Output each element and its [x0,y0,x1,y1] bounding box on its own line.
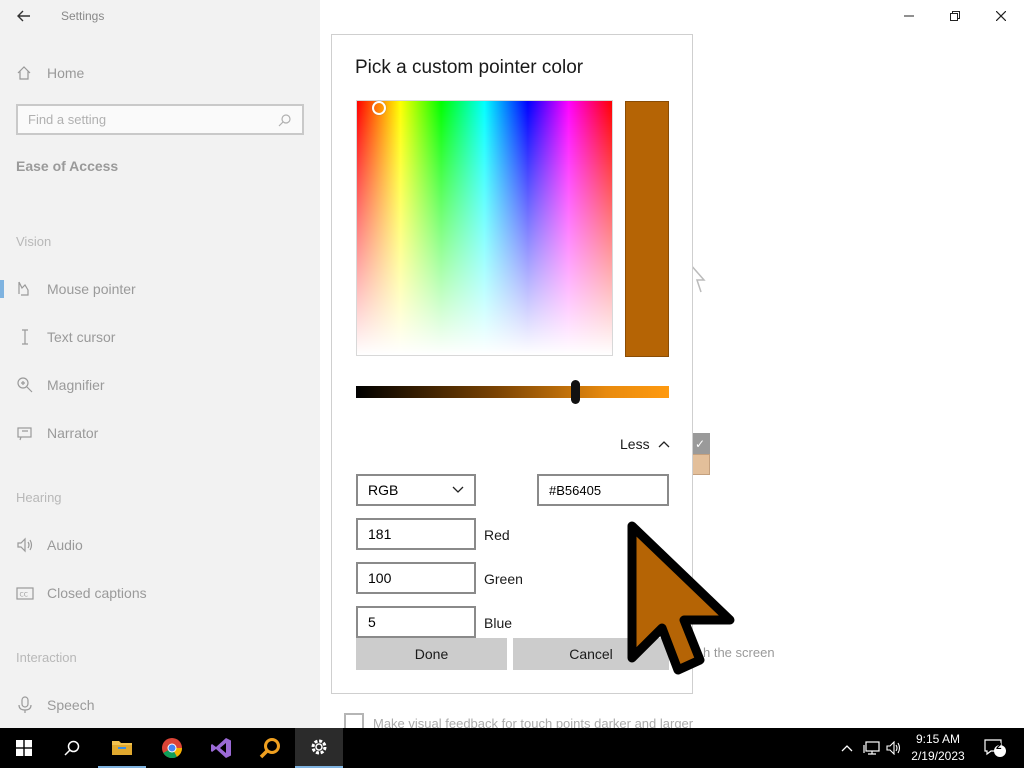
restore-button[interactable] [932,0,978,32]
done-button[interactable]: Done [356,638,507,670]
narrator-icon [16,424,34,442]
blue-input[interactable]: 5 [356,606,476,638]
magnifier-icon [16,376,34,394]
nav-item-label: Magnifier [47,377,105,393]
spectrum-selector-handle[interactable] [372,101,386,115]
nav-item-narrator[interactable]: Narrator [0,413,320,453]
taskbar-search-button[interactable] [48,728,96,768]
minimize-icon [904,15,914,17]
color-mode-select[interactable]: RGB [356,474,476,506]
custom-color-swatch[interactable] [690,454,710,475]
start-button[interactable] [0,728,48,768]
selected-swatch-checkmark[interactable]: ✓ [690,433,710,454]
visual-studio-icon [211,738,231,758]
notification-icon [984,739,1006,757]
brightness-slider[interactable] [356,380,669,404]
nav-item-magnifier[interactable]: Magnifier [0,365,320,405]
taskbar-magnifier-app[interactable] [246,728,294,768]
section-title: Ease of Access [16,158,119,174]
taskbar-visual-studio[interactable] [197,728,245,768]
dialog-title: Pick a custom pointer color [355,57,584,78]
windows-start-icon [16,740,32,756]
taskbar-clock[interactable]: 9:15 AM 2/19/2023 [906,731,970,765]
chevron-up-icon [841,745,853,752]
speaker-icon [886,741,901,755]
group-label-hearing: Hearing [16,490,62,505]
settings-icon [311,739,327,755]
closed-captions-icon: CC [16,584,34,602]
tray-network-button[interactable] [861,728,883,768]
nav-item-mouse-pointer[interactable]: Mouse pointer [0,269,320,309]
tray-show-hidden-button[interactable] [838,728,856,768]
network-icon [863,741,880,755]
magnifier-app-icon [259,738,280,759]
search-icon[interactable] [278,113,292,127]
chevron-up-icon [658,441,670,448]
nav-item-label: Mouse pointer [47,281,136,297]
mouse-pointer-icon [16,280,34,298]
nav-item-label: Narrator [47,425,99,441]
blue-label: Blue [484,615,513,631]
hex-value: #B56405 [549,482,602,498]
clock-date: 2/19/2023 [911,749,965,763]
nav-item-label: Closed captions [47,585,147,601]
clock-time: 9:15 AM [915,732,961,746]
nav-item-label: Text cursor [47,329,116,345]
green-input[interactable]: 100 [356,562,476,594]
audio-icon [16,536,34,554]
tray-volume-button[interactable] [884,728,904,768]
app-title: Settings [61,9,105,23]
group-label-vision: Vision [16,234,52,249]
blue-value: 5 [368,614,376,630]
color-mode-value: RGB [368,482,399,498]
close-button[interactable] [978,0,1024,32]
svg-text:CC: CC [20,592,28,599]
nav-item-label: Speech [47,697,95,713]
color-spectrum[interactable] [356,100,613,356]
home-icon [16,65,32,81]
search-icon [64,740,80,756]
nav-home-label: Home [47,65,85,81]
red-value: 181 [368,526,392,542]
red-label: Red [484,527,510,543]
text-cursor-icon [16,328,34,346]
red-input[interactable]: 181 [356,518,476,550]
taskbar-file-explorer[interactable] [98,728,146,768]
nav-home[interactable]: Home [16,62,84,84]
nav-item-label: Audio [47,537,83,553]
microphone-icon [16,696,34,714]
nav-item-closed-captions[interactable]: CC Closed captions [0,573,320,613]
taskbar-chrome[interactable] [148,728,196,768]
settings-nav-pane: Settings Home Ease of Access Vision Mous… [0,0,320,728]
less-toggle-button[interactable]: Less [620,436,670,452]
green-value: 100 [368,570,392,586]
hex-input[interactable]: #B56405 [537,474,669,506]
taskbar: 9:15 AM 2/19/2023 2 [0,728,1024,768]
nav-item-text-cursor[interactable]: Text cursor [0,317,320,357]
search-box[interactable] [16,104,304,135]
search-input[interactable] [28,112,278,127]
taskbar-settings[interactable] [295,728,343,768]
large-mouse-pointer-icon [627,521,735,675]
back-arrow-icon [17,10,30,22]
chevron-down-icon [452,486,464,493]
minimize-button[interactable] [886,0,932,32]
file-explorer-icon [112,741,132,755]
action-center-button[interactable]: 2 [978,728,1012,768]
back-button[interactable] [12,4,36,28]
chrome-icon [162,738,183,759]
brightness-slider-thumb[interactable] [571,380,580,404]
less-toggle-label: Less [620,436,650,452]
close-icon [996,11,1006,21]
nav-item-audio[interactable]: Audio [0,525,320,565]
group-label-interaction: Interaction [16,650,77,665]
notification-count-badge: 2 [996,741,1002,752]
green-label: Green [484,571,523,587]
restore-icon [950,11,960,21]
color-preview-swatch [625,101,669,357]
nav-item-speech[interactable]: Speech [0,685,320,725]
